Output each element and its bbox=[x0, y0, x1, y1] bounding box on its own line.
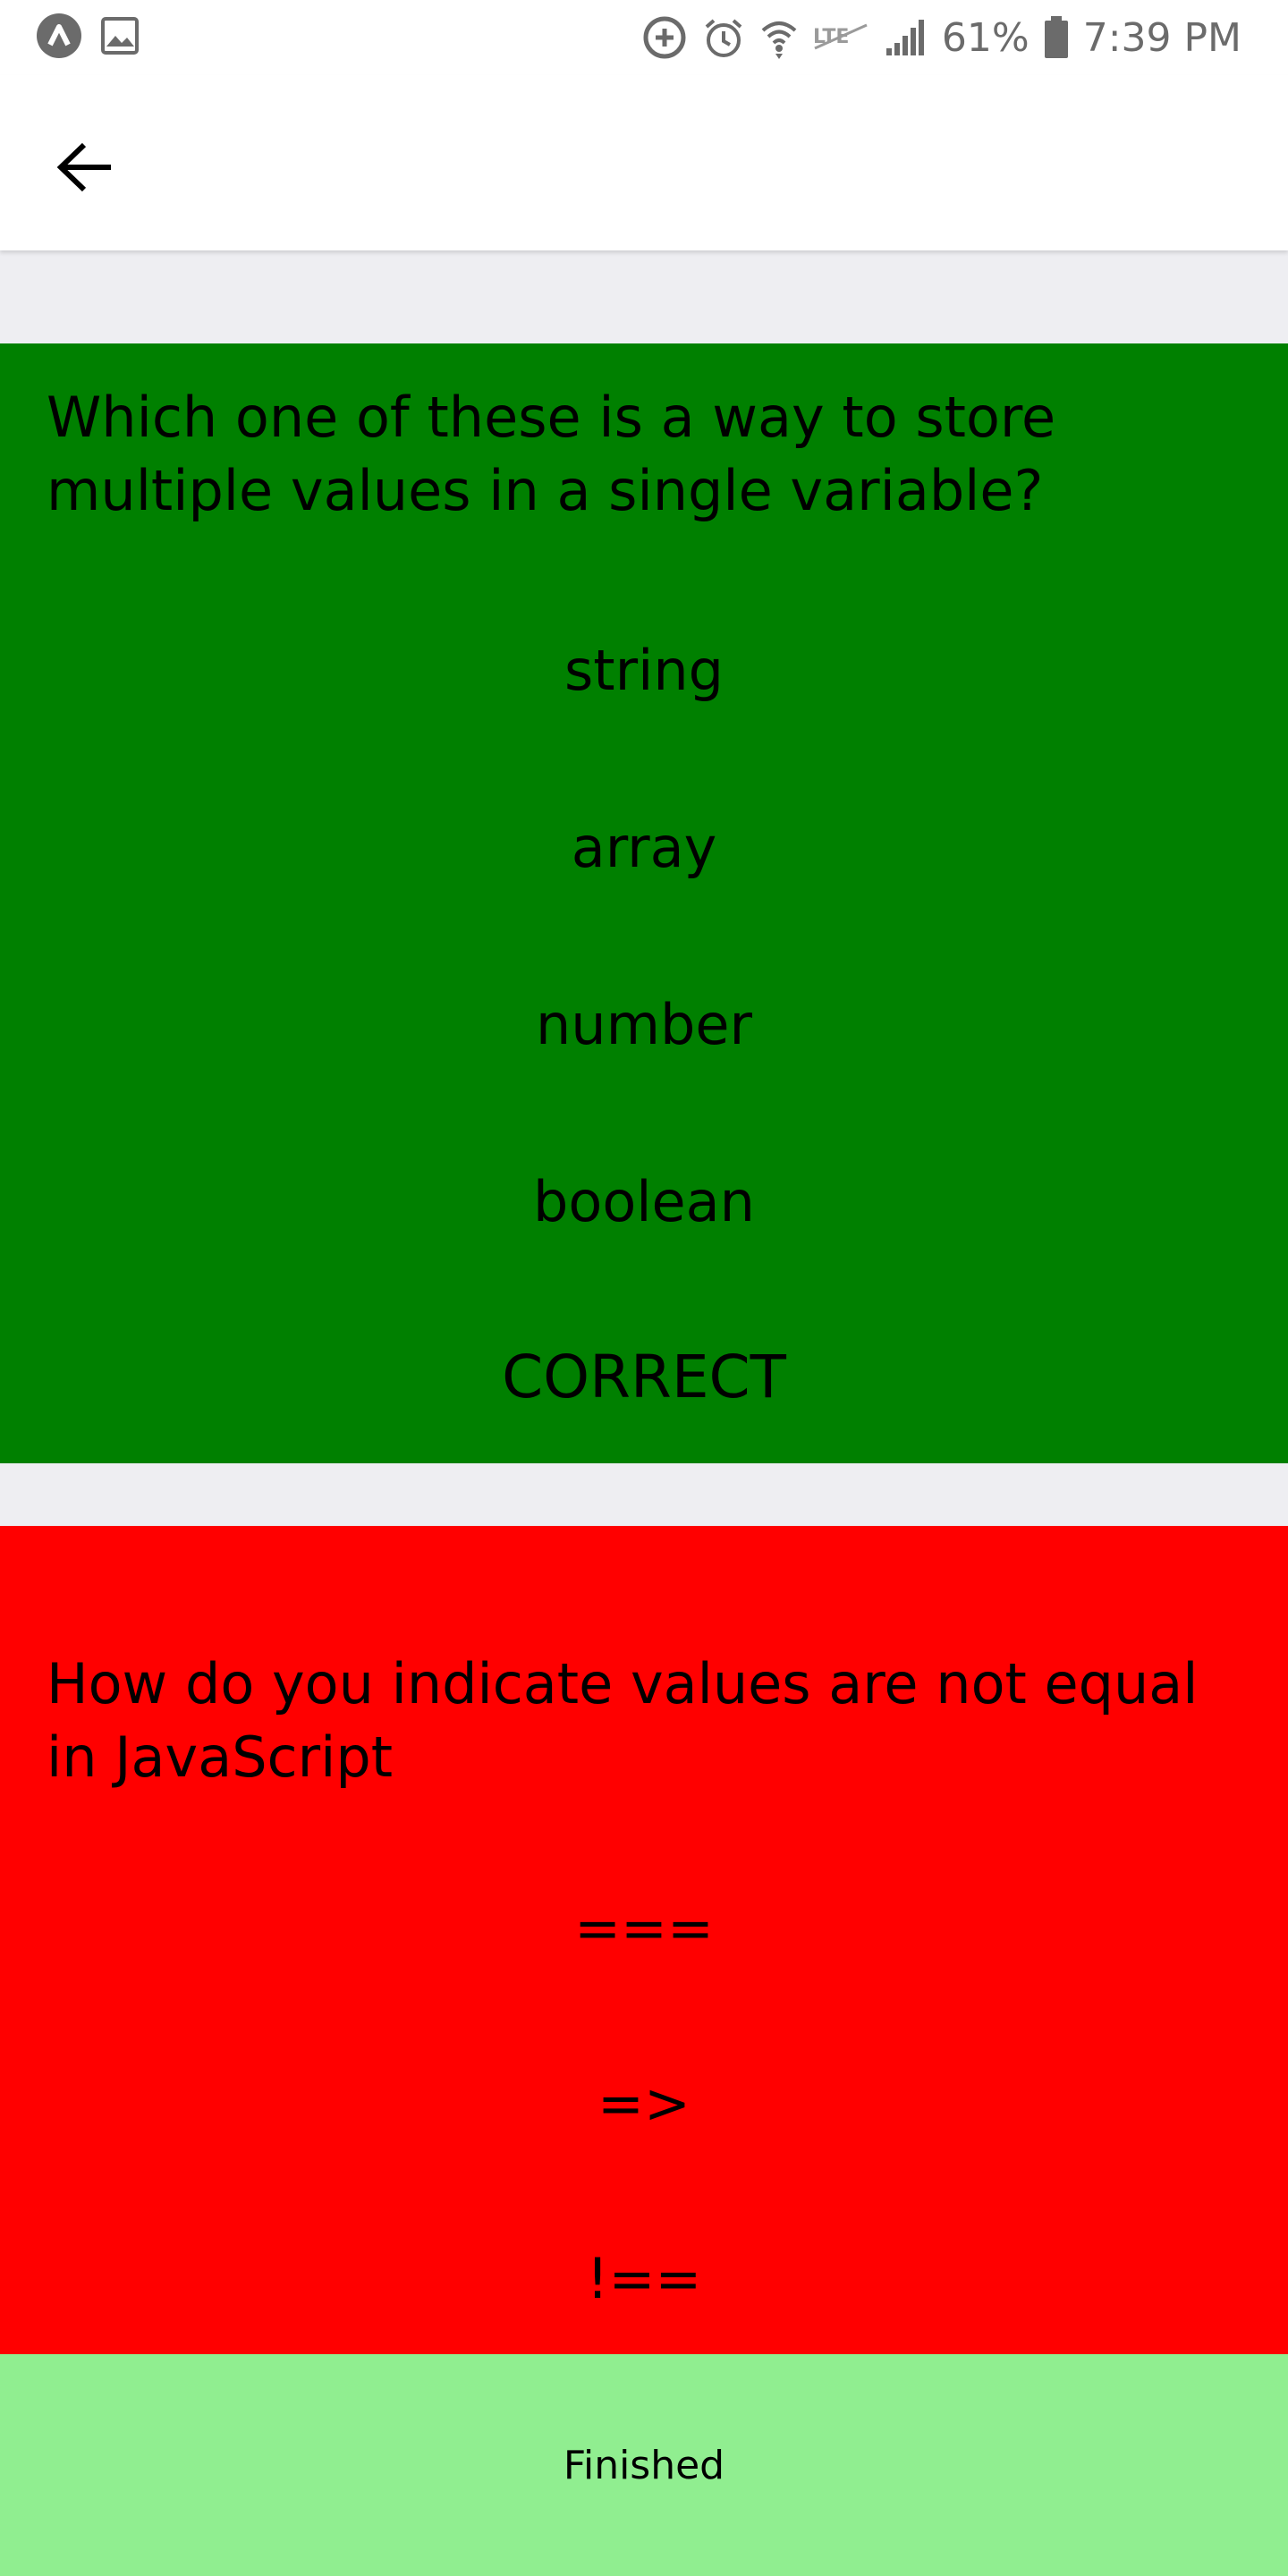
answer-option[interactable]: array bbox=[0, 812, 1288, 884]
answer-option[interactable]: string bbox=[0, 635, 1288, 707]
question-card: How do you indicate values are not equal… bbox=[0, 1526, 1288, 2356]
battery-percent: 61% bbox=[941, 14, 1030, 61]
finished-button[interactable]: Finished bbox=[0, 2354, 1288, 2576]
status-bar-right: LTE 61% 7:39 PM bbox=[641, 9, 1241, 66]
status-bar: LTE 61% 7:39 PM bbox=[0, 0, 1288, 75]
app-icon bbox=[36, 13, 82, 59]
alarm-icon bbox=[702, 16, 745, 59]
finished-label: Finished bbox=[563, 2442, 725, 2488]
answer-option[interactable]: === bbox=[0, 1893, 1288, 1964]
answer-option[interactable]: => bbox=[0, 2068, 1288, 2140]
status-bar-left bbox=[36, 13, 140, 59]
question-text: Which one of these is a way to store mul… bbox=[47, 385, 1056, 523]
question-card: Which one of these is a way to store mul… bbox=[0, 343, 1288, 1463]
app-bar bbox=[0, 75, 1288, 250]
data-saver-icon bbox=[641, 14, 688, 61]
svg-text:LTE: LTE bbox=[813, 26, 849, 48]
battery-icon bbox=[1044, 16, 1069, 59]
signal-icon bbox=[885, 18, 928, 57]
lte-icon: LTE bbox=[813, 21, 870, 54]
arrow-left-icon bbox=[47, 127, 127, 208]
answer-option[interactable]: !== bbox=[0, 2243, 1288, 2315]
back-button[interactable] bbox=[47, 127, 127, 208]
wifi-icon bbox=[759, 14, 799, 61]
clock: 7:39 PM bbox=[1082, 14, 1241, 61]
answer-option[interactable]: number bbox=[0, 989, 1288, 1061]
answer-option[interactable]: boolean bbox=[0, 1166, 1288, 1238]
image-icon bbox=[100, 16, 140, 55]
question-text: How do you indicate values are not equal… bbox=[47, 1651, 1199, 1790]
result-label: CORRECT bbox=[502, 1343, 786, 1411]
